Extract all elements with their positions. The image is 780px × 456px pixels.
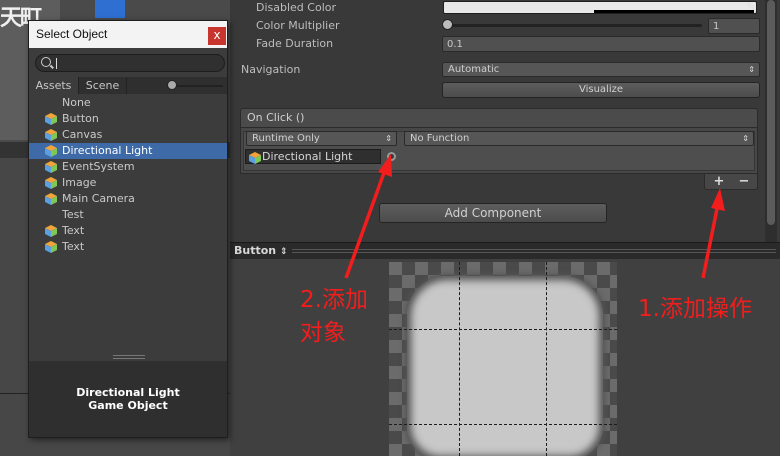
button-sprite bbox=[407, 276, 603, 456]
info-object-name: Directional Light bbox=[76, 386, 180, 399]
on-click-header: On Click () bbox=[240, 108, 758, 128]
dropdown-arrow-icon: ⇕ bbox=[748, 65, 755, 74]
slice-guide bbox=[389, 329, 617, 330]
target-object-name: Directional Light bbox=[262, 150, 353, 163]
object-list-item-label: Directional Light bbox=[62, 144, 153, 157]
object-list: None Button Canvas Directional Light EventSy… bbox=[29, 95, 227, 255]
annotation-step2-line2: 对象 bbox=[300, 320, 346, 346]
preview-header[interactable]: Button ⇕ bbox=[230, 242, 780, 259]
object-list-item-label: EventSystem bbox=[62, 160, 135, 173]
color-multiplier-slider-thumb[interactable] bbox=[442, 19, 453, 30]
selection-info: Directional Light Game Object bbox=[29, 361, 227, 437]
search-icon bbox=[41, 57, 51, 67]
slice-guide bbox=[459, 262, 460, 456]
info-object-type: Game Object bbox=[88, 399, 168, 412]
function-value: No Function bbox=[410, 133, 470, 144]
runtime-dropdown[interactable]: Runtime Only ⇕ bbox=[246, 131, 397, 146]
visualize-button[interactable]: Visualize bbox=[442, 82, 760, 98]
icon-size-slider-thumb[interactable] bbox=[167, 80, 177, 90]
navigation-label: Navigation bbox=[241, 63, 301, 76]
object-list-item-label: Canvas bbox=[62, 128, 103, 141]
runtime-value: Runtime Only bbox=[252, 133, 320, 144]
gameobject-cube-icon bbox=[45, 241, 57, 253]
inspector-panel: Disabled Color ✎ Color Multiplier 1 Fade… bbox=[230, 0, 780, 242]
navigation-value: Automatic bbox=[448, 64, 500, 75]
object-list-item-label: None bbox=[62, 96, 91, 109]
split-handle[interactable] bbox=[113, 355, 145, 359]
object-list-item[interactable]: Canvas bbox=[29, 127, 227, 143]
gameobject-cube-icon bbox=[45, 113, 57, 125]
dropdown-arrow-icon: ⇕ bbox=[742, 134, 749, 143]
scene-blue-block bbox=[95, 0, 125, 18]
gameobject-cube-icon bbox=[249, 152, 261, 164]
resize-grip[interactable] bbox=[292, 249, 776, 253]
object-list-item[interactable]: None bbox=[29, 95, 227, 111]
search-input[interactable] bbox=[56, 56, 216, 70]
object-list-item[interactable]: Text bbox=[29, 239, 227, 255]
object-picker-icon[interactable] bbox=[387, 152, 396, 161]
eyedropper-icon[interactable]: ✎ bbox=[746, 0, 758, 14]
alpha-bar bbox=[594, 10, 754, 13]
gameobject-cube-icon bbox=[45, 145, 57, 157]
annotation-step2-line1: 2.添加 bbox=[300, 287, 368, 313]
navigation-dropdown[interactable]: Automatic ⇕ bbox=[442, 62, 760, 77]
window-titlebar[interactable]: Select Object x bbox=[29, 21, 227, 48]
object-list-item-label: Main Camera bbox=[62, 192, 135, 205]
object-list-item-label: Image bbox=[62, 176, 97, 189]
text-caret bbox=[56, 58, 57, 69]
slice-guide bbox=[546, 262, 547, 456]
search-box[interactable] bbox=[35, 54, 225, 72]
object-list-item[interactable]: Button bbox=[29, 111, 227, 127]
scrollbar-thumb[interactable] bbox=[767, 0, 775, 225]
color-multiplier-slider[interactable] bbox=[446, 24, 702, 27]
color-multiplier-label: Color Multiplier bbox=[256, 19, 340, 32]
gameobject-cube-icon bbox=[45, 129, 57, 141]
target-object-field[interactable]: Directional Light bbox=[245, 149, 381, 164]
dropdown-arrow-icon: ⇕ bbox=[385, 134, 392, 143]
close-button[interactable]: x bbox=[208, 27, 226, 45]
remove-event-button[interactable]: − bbox=[733, 174, 755, 189]
window-title: Select Object bbox=[36, 27, 108, 41]
tab-assets[interactable]: Assets bbox=[29, 77, 79, 94]
gameobject-cube-icon bbox=[45, 193, 57, 205]
object-list-item[interactable]: Text bbox=[29, 223, 227, 239]
icon-size-slider[interactable] bbox=[171, 85, 223, 87]
slice-guide bbox=[389, 424, 617, 425]
gameobject-cube-icon bbox=[45, 161, 57, 173]
object-list-item[interactable]: EventSystem bbox=[29, 159, 227, 175]
object-list-item-label: Button bbox=[62, 112, 99, 125]
fade-duration-label: Fade Duration bbox=[256, 37, 334, 50]
object-list-item[interactable]: Image bbox=[29, 175, 227, 191]
tab-bar: Assets Scene bbox=[29, 77, 227, 94]
add-component-button[interactable]: Add Component bbox=[379, 203, 607, 223]
object-list-item-label: Test bbox=[62, 208, 84, 221]
add-event-button[interactable]: + bbox=[708, 174, 730, 189]
disabled-color-field[interactable] bbox=[443, 1, 757, 14]
tab-scene[interactable]: Scene bbox=[79, 77, 127, 94]
gameobject-cube-icon bbox=[45, 225, 57, 237]
dropdown-arrow-icon: ⇕ bbox=[279, 247, 288, 257]
object-list-item[interactable]: Directional Light bbox=[29, 143, 227, 159]
disabled-color-label: Disabled Color bbox=[256, 1, 337, 14]
select-object-window: Select Object x Assets Scene None Button C… bbox=[28, 20, 228, 438]
object-list-item-label: Text bbox=[62, 240, 85, 253]
object-list-item[interactable]: Main Camera bbox=[29, 191, 227, 207]
preview-title-text: Button bbox=[234, 244, 277, 257]
fade-duration-input[interactable]: 0.1 bbox=[442, 36, 760, 52]
function-dropdown[interactable]: No Function ⇕ bbox=[404, 131, 754, 146]
preview-title[interactable]: Button ⇕ bbox=[234, 243, 288, 260]
inspector-scrollbar[interactable] bbox=[765, 0, 777, 242]
object-list-item[interactable]: Test bbox=[29, 207, 227, 223]
object-list-item-label: Text bbox=[62, 224, 85, 237]
annotation-step1: 1.添加操作 bbox=[638, 296, 752, 322]
color-multiplier-input[interactable]: 1 bbox=[708, 18, 760, 34]
gameobject-cube-icon bbox=[45, 177, 57, 189]
